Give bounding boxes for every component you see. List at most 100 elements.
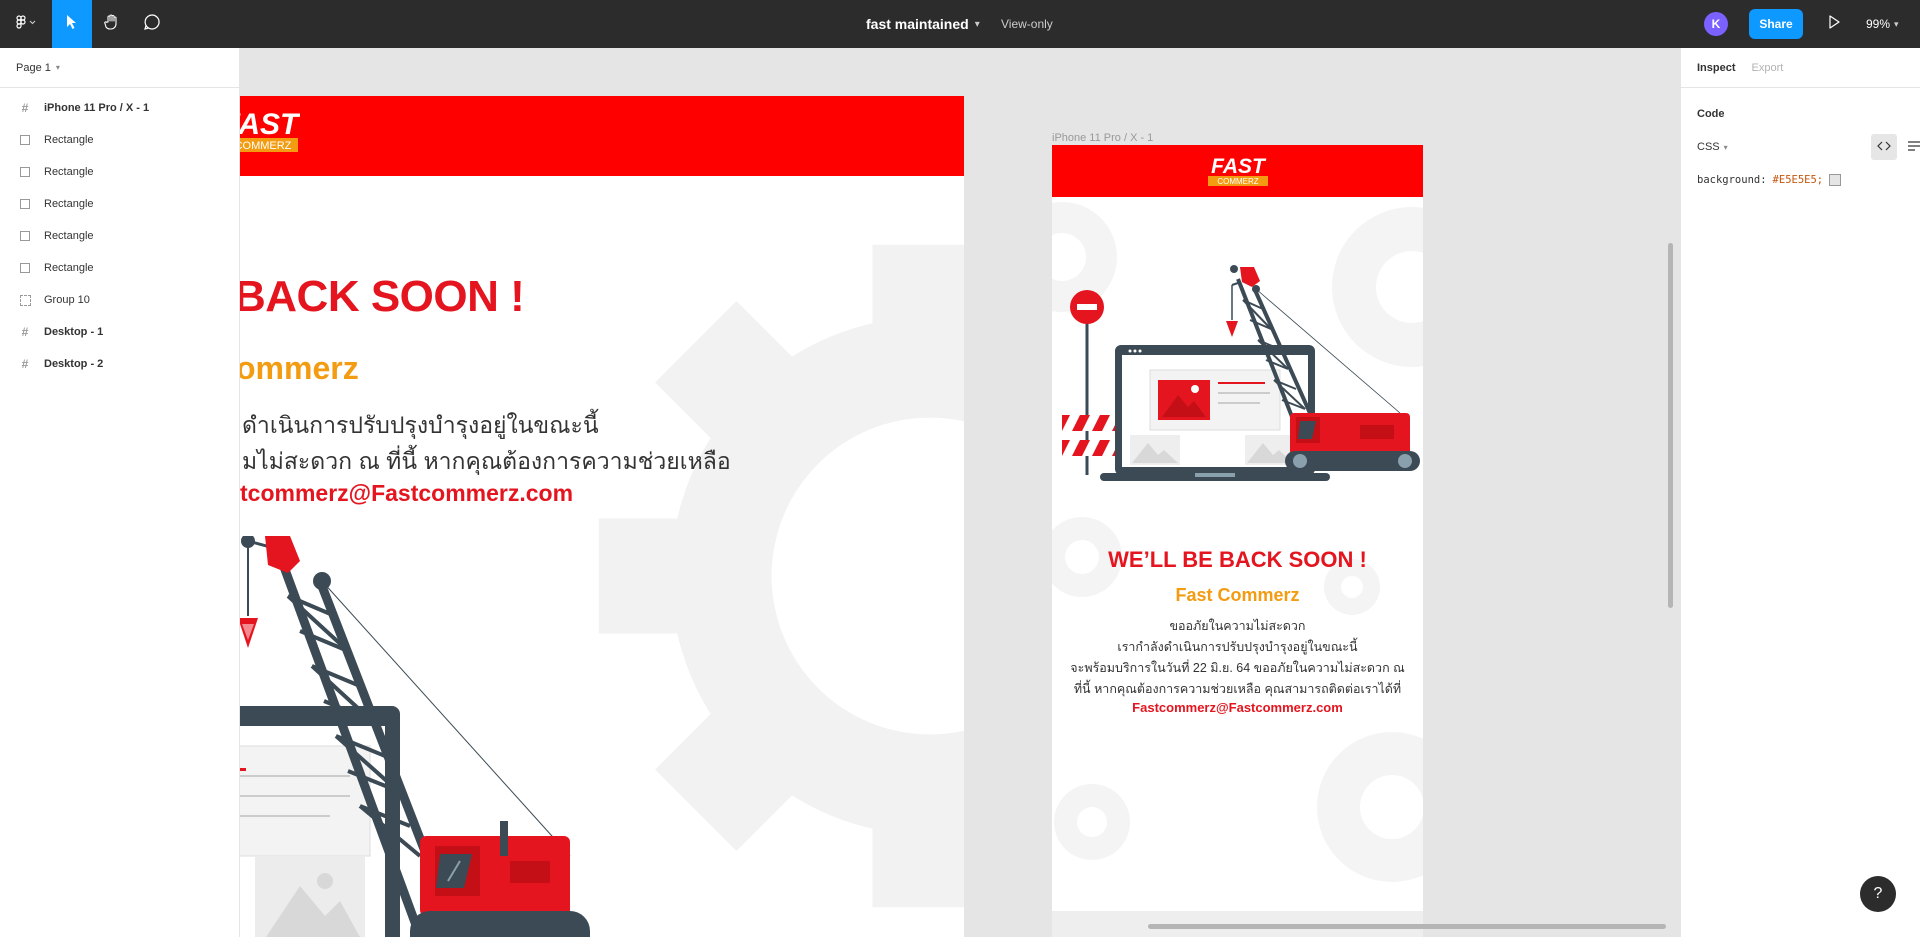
layer-item[interactable]: Group 10 [0, 284, 239, 316]
crane-illustration [1062, 265, 1420, 481]
desktop-message-line: ดำเนินการปรับปรุงบำรุงอยู่ในขณะนี้ [242, 412, 599, 438]
user-avatar[interactable]: K [1704, 12, 1728, 36]
css-property: background: [1697, 174, 1767, 186]
present-button[interactable] [1820, 0, 1848, 48]
chevron-down-icon: ▾ [974, 18, 980, 30]
chevron-down-icon: ▾ [1723, 142, 1728, 152]
chevron-down-icon: ▾ [55, 63, 60, 72]
frame-icon: # [21, 101, 29, 115]
layer-label: Group 10 [44, 294, 90, 306]
mobile-message-line: จะพร้อมบริการในวันที่ 22 มิ.ย. 64 ขออภัย… [1070, 661, 1405, 675]
layer-item[interactable]: Rectangle [0, 220, 239, 252]
layer-label: Rectangle [44, 134, 94, 146]
comment-tool-icon [143, 13, 161, 36]
layer-label: Rectangle [44, 262, 94, 274]
logo-text: FAST [240, 110, 300, 141]
code-section-label: Code [1697, 108, 1725, 120]
tab-export[interactable]: Export [1752, 62, 1784, 74]
color-swatch [1829, 174, 1842, 186]
desktop-message-line: มไม่สะดวก ณ ที่นี้ หากคุณต้องการความช่วย… [242, 448, 731, 474]
layer-label: Rectangle [44, 166, 94, 178]
zoom-level: 99% [1866, 17, 1891, 31]
code-view-button[interactable] [1871, 134, 1897, 160]
layer-list: # iPhone 11 Pro / X - 1 Rectangle Rectan… [0, 88, 239, 380]
rectangle-icon [18, 261, 32, 275]
page-name: Page 1 [16, 61, 51, 74]
list-view-button[interactable] [1901, 134, 1920, 160]
mobile-contact-email: Fastcommerz@Fastcommerz.com [1132, 700, 1343, 715]
crane-illustration [240, 536, 590, 937]
move-tool-icon [65, 14, 79, 35]
figma-menu-icon [15, 14, 37, 34]
comment-tool-button[interactable] [132, 0, 172, 48]
language-label: CSS [1697, 141, 1720, 153]
code-section: Code CSS ▾ background: #E5E5E5; [1681, 108, 1920, 186]
desktop-frame[interactable]: FAST COMMERZ BACK SOON ! ommerz ดำเนินกา… [240, 96, 964, 937]
main-menu-button[interactable] [0, 0, 52, 48]
mobile-message-line: ขออภัยในความไม่สะดวก [1169, 619, 1306, 633]
share-button[interactable]: Share [1749, 9, 1803, 39]
layer-label: Rectangle [44, 198, 94, 210]
layer-label: Rectangle [44, 230, 94, 242]
layer-item[interactable]: # Desktop - 2 [0, 348, 239, 380]
inspect-panel: Inspect Export Code CSS ▾ background: #E… [1680, 48, 1920, 937]
help-button[interactable]: ? [1860, 876, 1896, 912]
language-dropdown[interactable]: CSS ▾ [1697, 141, 1728, 153]
mobile-frame-label[interactable]: iPhone 11 Pro / X - 1 [1052, 132, 1153, 144]
css-code-line[interactable]: background: #E5E5E5; [1697, 174, 1904, 186]
panel-tabs: Inspect Export [1681, 48, 1920, 88]
frame-icon: # [21, 325, 29, 339]
layer-item[interactable]: Rectangle [0, 252, 239, 284]
file-title-dropdown[interactable]: fast maintained ▾ [866, 0, 980, 48]
chevron-down-icon: ▾ [1894, 18, 1899, 29]
desktop-contact-email: tcommerz@Fastcommerz.com [240, 480, 574, 506]
layer-label: Desktop - 1 [44, 326, 104, 338]
hand-tool-button[interactable] [92, 0, 132, 48]
desktop-header-bar: FAST COMMERZ [240, 96, 964, 176]
vertical-scrollbar[interactable] [1668, 243, 1673, 608]
layer-item[interactable]: # iPhone 11 Pro / X - 1 [0, 92, 239, 124]
zoom-dropdown[interactable]: 99% ▾ [1866, 0, 1899, 48]
rectangle-icon [18, 133, 32, 147]
rectangle-icon [18, 229, 32, 243]
rectangle-icon [18, 165, 32, 179]
layer-item[interactable]: Rectangle [0, 156, 239, 188]
code-options-row: CSS ▾ [1697, 134, 1920, 160]
layer-label: iPhone 11 Pro / X - 1 [44, 102, 150, 114]
layer-item[interactable]: Rectangle [0, 124, 239, 156]
mobile-message-line: เรากำลังดำเนินการปรับปรุงบำรุงอยู่ในขณะน… [1117, 640, 1358, 654]
play-icon [1828, 14, 1840, 34]
design-canvas[interactable]: FAST COMMERZ BACK SOON ! ommerz ดำเนินกา… [240, 48, 1680, 937]
css-value: #E5E5E5; [1772, 174, 1824, 186]
logo-text: FAST [1211, 155, 1267, 178]
code-view-icon [1877, 138, 1891, 156]
logo-subtext: COMMERZ [1217, 177, 1258, 186]
fast-commerz-logo: FAST COMMERZ [1208, 155, 1268, 186]
top-toolbar: fast maintained ▾ View-only K Share 99% … [0, 0, 1920, 48]
mobile-headline: WE’LL BE BACK SOON ! [1108, 547, 1367, 572]
view-only-badge: View-only [1001, 17, 1053, 31]
layer-label: Desktop - 2 [44, 358, 104, 370]
layer-item[interactable]: # Desktop - 1 [0, 316, 239, 348]
group-icon [18, 293, 32, 307]
desktop-brand-name: ommerz [240, 350, 359, 386]
list-view-icon [1907, 138, 1920, 156]
frame-icon: # [21, 357, 29, 371]
mobile-frame[interactable]: FAST COMMERZ WE’LL BE BACK SOON ! Fast C… [1052, 145, 1423, 937]
fast-commerz-logo: FAST COMMERZ [240, 110, 300, 152]
page-selector[interactable]: Page 1 ▾ [0, 48, 239, 88]
help-icon: ? [1873, 885, 1883, 902]
mobile-header-bar: FAST COMMERZ [1052, 145, 1423, 197]
rectangle-icon [18, 197, 32, 211]
layer-item[interactable]: Rectangle [0, 188, 239, 220]
logo-subtext: COMMERZ [240, 140, 292, 152]
mobile-message-line: ที่นี้ หากคุณต้องการความช่วยเหลือ คุณสาม… [1073, 682, 1402, 696]
move-tool-button[interactable] [52, 0, 92, 48]
mobile-brand-name: Fast Commerz [1175, 585, 1300, 605]
horizontal-scrollbar[interactable] [1148, 924, 1666, 929]
tab-inspect[interactable]: Inspect [1697, 62, 1736, 74]
file-title: fast maintained [866, 16, 969, 32]
desktop-headline: BACK SOON ! [240, 272, 525, 321]
layers-panel: Page 1 ▾ # iPhone 11 Pro / X - 1 Rectang… [0, 48, 240, 937]
hand-tool-icon [103, 13, 121, 36]
